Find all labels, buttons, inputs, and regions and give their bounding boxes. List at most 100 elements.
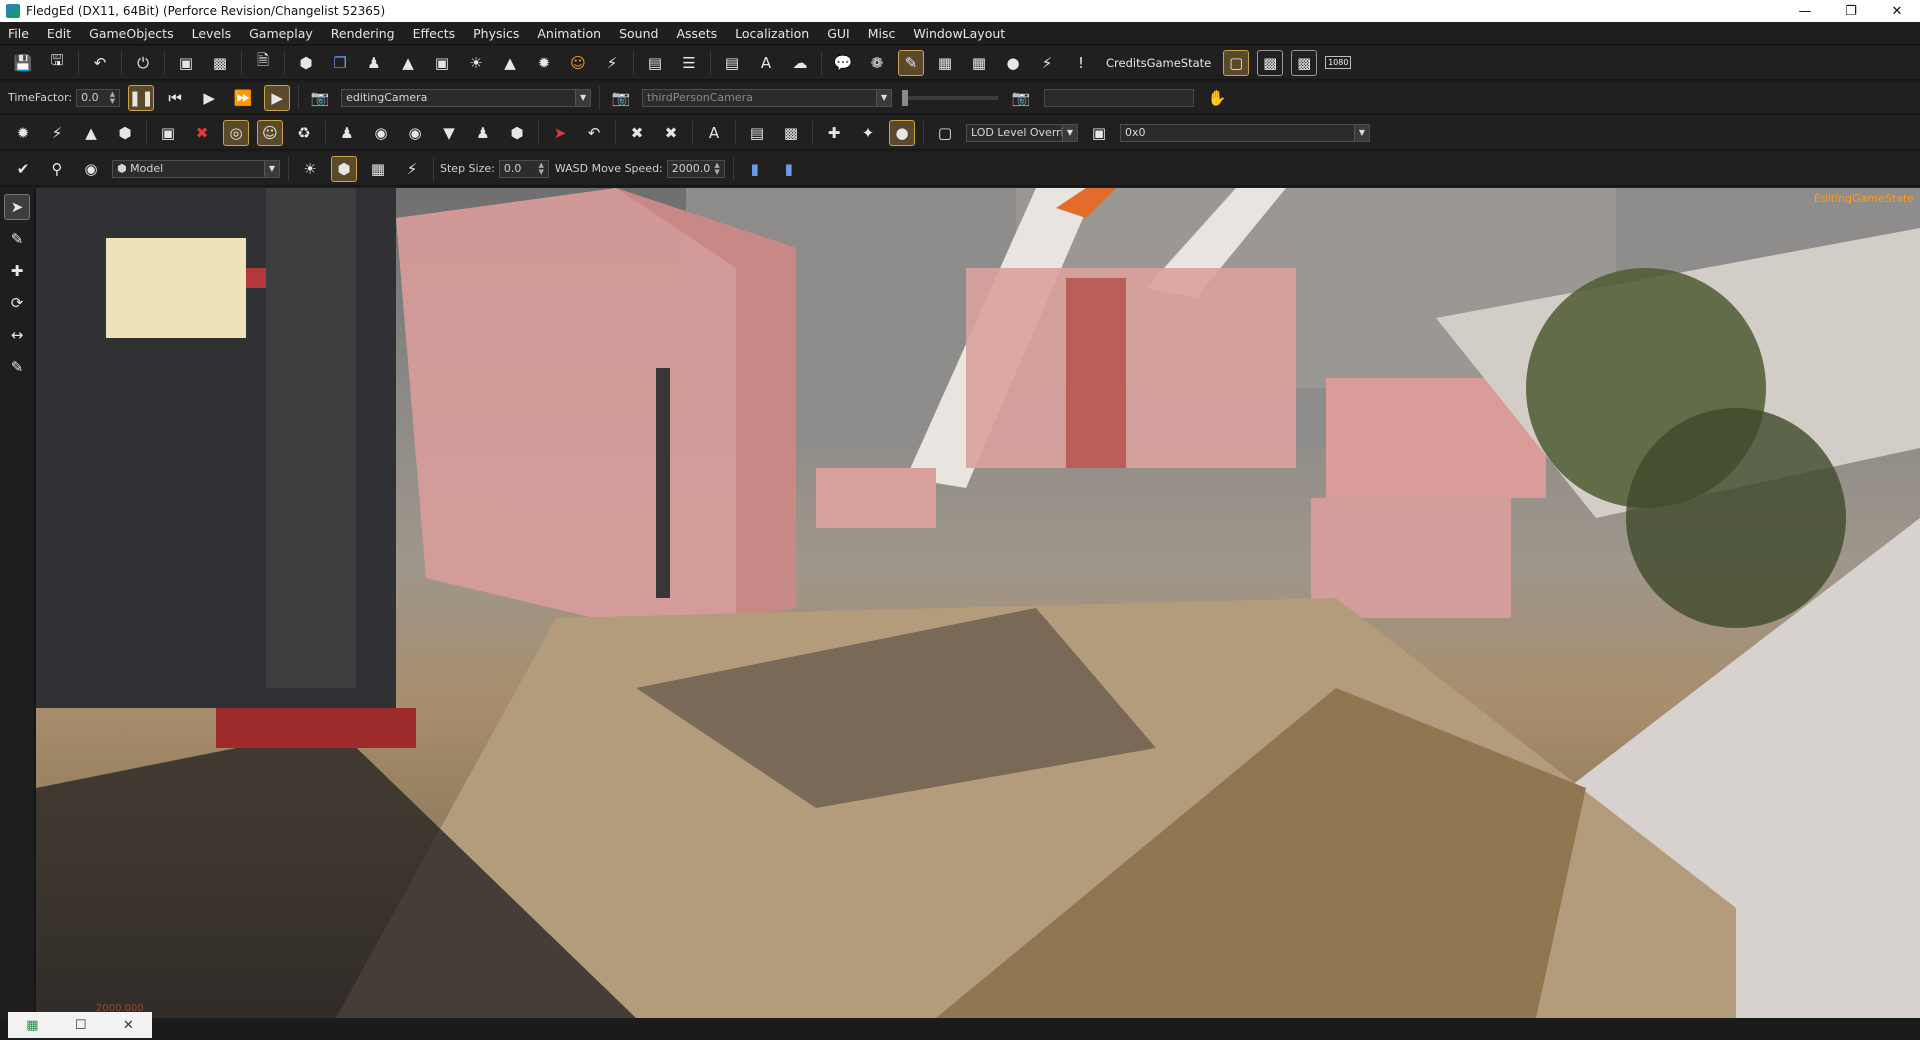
app-taskbar-icon[interactable]: ▦ [26,1018,38,1033]
slider-knob[interactable] [902,89,909,106]
alert-icon[interactable]: ! [1068,50,1094,76]
eye-icon[interactable]: ◉ [368,120,394,146]
cat-icon[interactable]: ☺ [565,50,591,76]
visibility-icon[interactable]: ◉ [78,156,104,182]
search-icon[interactable]: ⚲ [44,156,70,182]
objects-icon[interactable]: ❐ [327,50,353,76]
pause-icon[interactable]: ❚❚ [128,84,155,111]
cube-snap-icon[interactable]: ⬢ [331,155,357,182]
lod-override-dropdown[interactable]: LOD Level Overrid ▼ [966,123,1078,142]
particles-icon[interactable]: ✹ [531,50,557,76]
menu-edit[interactable]: Edit [38,26,80,41]
lightbulb-icon[interactable]: ☀ [297,156,323,182]
grid-snap-icon[interactable]: ▦ [365,156,391,182]
camera-dropdown[interactable]: editingCamera ▼ [341,88,592,107]
menu-localization[interactable]: Localization [726,26,818,41]
undo-alt-icon[interactable]: ↶ [581,120,607,146]
box-icon[interactable]: ⬢ [112,120,138,146]
wand-icon[interactable]: ✎ [4,226,30,252]
camera-icon[interactable]: ▣ [429,50,455,76]
menu-effects[interactable]: Effects [404,26,465,41]
camera-select-icon[interactable]: 📷 [307,85,333,111]
minimized-window-tab[interactable]: ▦ ☐ ✕ [8,1012,152,1038]
scale-icon[interactable]: ↔ [4,322,30,348]
bolt-icon[interactable]: ⚡ [1034,50,1060,76]
step-size-input[interactable]: 0.0 ▲ ▼ [498,159,549,178]
resolution-1080-button[interactable]: 1080 [1325,50,1352,76]
eye-alt-icon[interactable]: ◉ [402,120,428,146]
level-save-as-icon[interactable]: ▩ [207,50,233,76]
aspect-16-10-icon[interactable]: ▩ [1291,49,1318,76]
tools-icon[interactable]: ✖ [624,120,650,146]
screenshot-icon[interactable]: 📷 [1008,85,1034,111]
gamepad-icon[interactable]: ● [1000,50,1026,76]
restore-button[interactable]: ❐ [1828,0,1874,22]
grid-alt-icon[interactable]: ▦ [966,50,992,76]
close-button[interactable]: ✕ [1874,0,1920,22]
rewind-icon[interactable]: ⏮ [162,85,188,111]
effects-icon[interactable]: ✦ [855,120,881,146]
fullscreen-window-icon[interactable]: ▢ [1223,49,1250,76]
save-icon[interactable]: 💾 [10,50,36,76]
render-target-icon[interactable]: ▣ [1086,120,1112,146]
panel-icon[interactable]: ▤ [719,50,745,76]
undo-icon[interactable]: ↶ [87,50,113,76]
move-speed-input[interactable]: 2000.0 ▲ ▼ [666,159,725,178]
move-icon[interactable]: ✚ [4,258,30,284]
menu-physics[interactable]: Physics [464,26,528,41]
menu-gameplay[interactable]: Gameplay [240,26,322,41]
cube-icon[interactable]: ⬢ [293,50,319,76]
hand-icon[interactable]: ✋ [1204,85,1230,111]
tools-alt-icon[interactable]: ✖ [658,120,684,146]
camera-blend-slider[interactable] [902,89,999,106]
spinner-icon[interactable]: ▲ ▼ [714,161,719,176]
character-icon[interactable]: ♟ [361,50,387,76]
recycle-icon[interactable]: ♻ [291,120,317,146]
edit-pencil-icon[interactable]: ✎ [898,49,924,76]
layers-icon[interactable]: ☰ [676,50,702,76]
frame-icon[interactable]: ▤ [744,120,770,146]
fire-icon[interactable]: ▲ [78,120,104,146]
person-icon[interactable]: ♟ [334,120,360,146]
select-arrow-icon[interactable]: ➤ [4,194,30,220]
play-in-editor-icon[interactable]: ▶ [264,84,291,111]
scene-viewport[interactable]: EditingGameState 2000.000 [36,188,1920,1018]
timefactor-input[interactable]: 0.0 ▲ ▼ [76,88,121,107]
light-icon[interactable]: ☀ [463,50,489,76]
text-icon[interactable]: A [701,120,727,146]
graph-icon[interactable]: ▩ [778,120,804,146]
move-axis-icon[interactable]: ✚ [821,120,847,146]
aspect-16-9-icon[interactable]: ▩ [1257,49,1284,76]
controller-icon[interactable]: ● [889,119,915,146]
bolt-debug-icon[interactable]: ⚡ [44,120,70,146]
new-document-icon[interactable]: 🗎 [250,50,276,76]
check-icon[interactable]: ✔ [10,156,36,182]
film-reel-icon[interactable]: ❁ [864,50,890,76]
menu-sound[interactable]: Sound [610,26,667,41]
level-save-icon[interactable]: ▣ [173,50,199,76]
font-icon[interactable]: A [753,50,779,76]
camera-search-input[interactable] [1044,88,1195,107]
resolution-dropdown[interactable]: 0x0 ▼ [1120,123,1370,142]
chat-icon[interactable]: 💬 [830,50,856,76]
delete-x-icon[interactable]: ✖ [189,120,215,146]
bar-chart-icon[interactable]: ▮ [742,156,768,182]
close-small-icon[interactable]: ✕ [123,1018,134,1033]
menu-levels[interactable]: Levels [183,26,241,41]
rotate-icon[interactable]: ⟳ [4,290,30,316]
pin-icon[interactable]: ➤ [547,120,573,146]
secondary-camera-dropdown[interactable]: thirdPersonCamera ▼ [642,88,893,107]
spinner-icon[interactable]: ▲ ▼ [538,161,543,176]
power-icon[interactable]: ⏻ [130,50,156,76]
mode-dropdown[interactable]: ⬢ Model ▼ [112,159,280,178]
monitor-icon[interactable]: ▢ [932,120,958,146]
fast-forward-icon[interactable]: ⏩ [230,85,256,111]
menu-gui[interactable]: GUI [818,26,859,41]
image-icon[interactable]: ▣ [155,120,181,146]
shape-icon[interactable]: ▲ [497,50,523,76]
cube-debug-icon[interactable]: ⬢ [504,120,530,146]
lightning-icon[interactable]: ⚡ [599,50,625,76]
minimize-button[interactable]: — [1782,0,1828,22]
menu-assets[interactable]: Assets [667,26,726,41]
play-icon[interactable]: ▶ [196,85,222,111]
